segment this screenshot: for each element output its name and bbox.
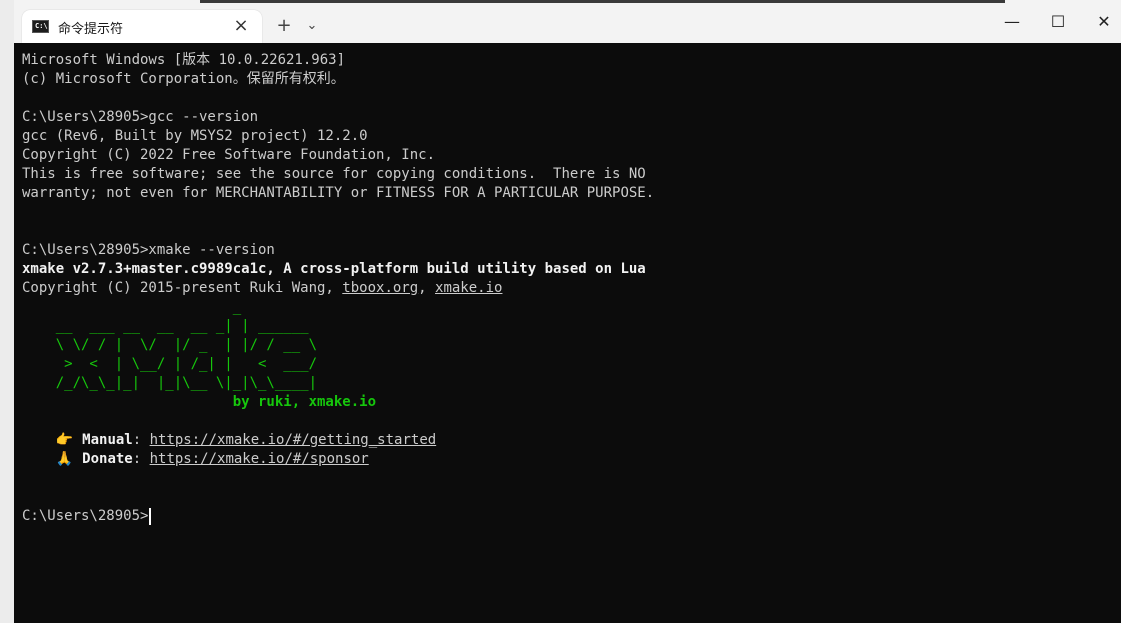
tab-command-prompt[interactable]: C:\ 命令提示符 ×	[22, 10, 262, 43]
terminal-line: C:\Users\28905>gcc --version	[22, 109, 259, 125]
copyright-text: Copyright (C) 2015-present Ruki Wang,	[22, 280, 343, 296]
terminal-line: C:\Users\28905>xmake --version	[22, 242, 275, 258]
terminal-icon: C:\	[32, 20, 49, 33]
terminal-line: xmake v2.7.3+master.c9989ca1c, A cross-p…	[22, 261, 646, 277]
terminal-line: This is free software; see the source fo…	[22, 166, 646, 182]
manual-line: 👉 Manual: https://xmake.io/#/getting_sta…	[55, 432, 437, 448]
command-prompt[interactable]: C:\Users\28905>	[22, 507, 152, 526]
tab-close-icon[interactable]: ×	[232, 16, 250, 36]
xmake-link[interactable]: xmake.io	[435, 280, 502, 296]
donate-line: 🙏 Donate: https://xmake.io/#/sponsor	[55, 451, 369, 467]
pointing-hand-icon: 👉	[55, 432, 74, 448]
terminal-line: Copyright (C) 2015-present Ruki Wang, tb…	[22, 279, 502, 298]
praying-hands-icon: 🙏	[55, 451, 74, 467]
terminal-line: gcc (Rev6, Built by MSYS2 project) 12.2.…	[22, 128, 368, 144]
donate-link[interactable]: https://xmake.io/#/sponsor	[150, 451, 369, 467]
window-top-edge	[200, 0, 1005, 3]
terminal-line: Copyright (C) 2022 Free Software Foundat…	[22, 147, 436, 163]
close-button[interactable]: ✕	[1090, 10, 1118, 34]
tab-dropdown-chevron-icon[interactable]: ⌄	[304, 16, 320, 36]
minimize-button[interactable]: —	[998, 10, 1026, 34]
tab-title: 命令提示符	[58, 22, 124, 37]
terminal-line: Microsoft Windows [版本 10.0.22621.963]	[22, 52, 346, 68]
text-cursor	[149, 507, 152, 525]
terminal-line: warranty; not even for MERCHANTABILITY o…	[22, 185, 655, 201]
desktop-edge	[0, 0, 14, 623]
prompt-text: C:\Users\28905>	[22, 508, 149, 524]
ascii-art-line: \ \/ / | \/ |/ _ | |/ / __ \	[22, 337, 318, 353]
manual-link[interactable]: https://xmake.io/#/getting_started	[150, 432, 437, 448]
new-tab-button[interactable]: +	[274, 16, 294, 36]
terminal-line: (c) Microsoft Corporation。保留所有权利。	[22, 71, 345, 87]
ascii-art-line: by ruki, xmake.io	[22, 394, 377, 410]
manual-label: Manual	[82, 432, 133, 448]
tboox-link[interactable]: tboox.org	[342, 280, 418, 296]
ascii-art-line: __ ___ __ __ __ _| | ______	[22, 318, 309, 334]
ascii-art-line: /_/\_\_|_| |_|\__ \|_|\_\____|	[22, 375, 318, 391]
ascii-art-line: _	[22, 299, 242, 315]
ascii-art-line: > < | \__/ | /_| | < ___/	[22, 356, 318, 372]
donate-label: Donate	[82, 451, 133, 467]
maximize-button[interactable]: ☐	[1044, 10, 1072, 34]
separator: ,	[418, 280, 436, 296]
terminal-output[interactable]: Microsoft Windows [版本 10.0.22621.963] (c…	[14, 43, 1121, 623]
